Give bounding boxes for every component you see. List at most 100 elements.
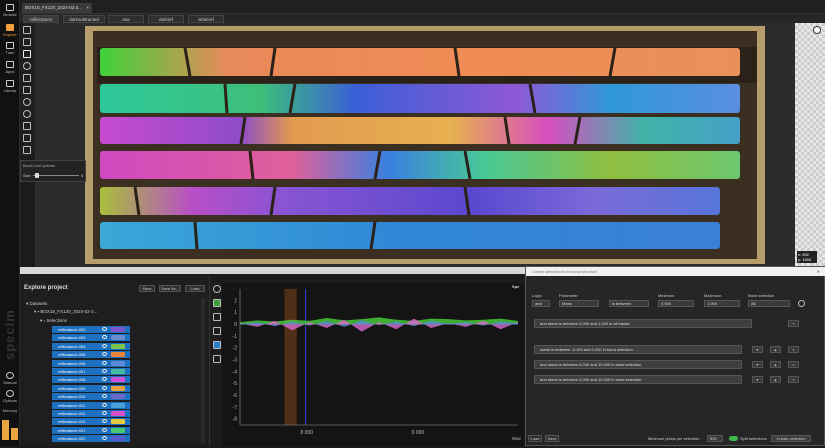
eye-icon[interactable] — [102, 352, 107, 357]
tab-darksubtracted[interactable]: darksubtracted — [63, 15, 105, 23]
create-selection-button[interactable]: Create selection — [771, 435, 811, 442]
tab-whiteref[interactable]: whiteref — [188, 15, 224, 23]
eye-icon[interactable] — [102, 427, 107, 432]
wave-icon[interactable] — [213, 313, 221, 321]
datasets-node[interactable]: ▾ Datasets — [26, 301, 47, 307]
rule-3-move-up[interactable]: ▴ — [770, 376, 781, 383]
selections-node[interactable]: ▾ ▫ Selections — [40, 318, 67, 324]
select-icon[interactable] — [23, 38, 31, 46]
info-icon[interactable] — [813, 26, 821, 34]
logic-select[interactable]: and — [532, 300, 550, 307]
selection-row[interactable]: reflectance.005 — [52, 351, 130, 359]
selection-row[interactable]: reflectance.010 — [52, 393, 130, 401]
eye-icon[interactable] — [102, 394, 107, 399]
color-swatch[interactable] — [111, 360, 125, 366]
document-tab[interactable]: BOX18_FX120_2024-02-2... × — [22, 3, 92, 13]
band-selection-region[interactable] — [284, 289, 297, 425]
brush-size-slider[interactable] — [33, 175, 79, 176]
eye-icon[interactable] — [102, 436, 107, 441]
rule-3-move-down[interactable]: ▾ — [752, 376, 763, 383]
selection-row[interactable]: reflectance.002 — [52, 326, 130, 333]
color-swatch[interactable] — [111, 436, 125, 442]
selection-row[interactable]: reflectance.022 — [52, 435, 130, 443]
tab-reflectance[interactable]: reflectance — [23, 15, 59, 23]
eye-icon[interactable] — [102, 360, 107, 365]
spectral-plot[interactable]: 2 1 0 -1 -2 -3 -4 -5 -6 -7 -8 8 000 9 000 Wav Spe — [222, 283, 524, 446]
tab-raw[interactable]: raw — [108, 15, 144, 23]
layers-icon[interactable] — [23, 146, 31, 154]
add-rule-button[interactable]: + — [788, 320, 799, 327]
color-swatch[interactable] — [111, 385, 125, 391]
eye-icon[interactable] — [102, 335, 107, 340]
line-icon[interactable] — [213, 299, 221, 307]
split-toggle[interactable] — [729, 436, 738, 441]
selection-row[interactable]: reflectance.021 — [52, 426, 130, 434]
rule-2[interactable]: and mean is between 0.030 and 10.000 in … — [534, 360, 742, 369]
eye-icon[interactable] — [102, 411, 107, 415]
operator-select[interactable]: is between — [609, 300, 649, 307]
rule-2-move-down[interactable]: ▾ — [752, 361, 763, 368]
rule-2-move-up[interactable]: ▴ — [770, 361, 781, 368]
selection-row[interactable]: reflectance.013 — [52, 418, 130, 426]
brush-size-handle[interactable] — [35, 173, 39, 178]
rule-3[interactable]: and mean is between 0.000 and 10.000 in … — [534, 375, 742, 384]
info-icon[interactable] — [798, 300, 805, 307]
selection-row[interactable]: reflectance.004 — [52, 342, 130, 350]
brush-icon[interactable] — [23, 50, 31, 58]
tab-darkref[interactable]: darkref — [148, 15, 184, 23]
minimum-input[interactable]: 0.000 — [658, 300, 694, 307]
save-button[interactable]: Save — [139, 285, 155, 292]
eye-icon[interactable] — [102, 419, 107, 424]
save-as-button[interactable]: Save As... — [159, 285, 181, 292]
nav-browse[interactable]: Browse — [0, 4, 20, 17]
color-swatch[interactable] — [111, 419, 125, 425]
color-swatch[interactable] — [111, 335, 125, 341]
parameter-select[interactable]: Mean — [559, 300, 599, 307]
rule-1[interactable]: mean is between -0.100 and 0.200 in band… — [534, 345, 742, 354]
rule-1-remove[interactable]: × — [788, 346, 799, 353]
color-swatch[interactable] — [111, 411, 125, 416]
zoom-icon[interactable] — [23, 62, 31, 70]
color-swatch[interactable] — [111, 369, 125, 374]
hyperspectral-image-view[interactable] — [35, 23, 795, 267]
nav-library[interactable]: Library — [0, 80, 20, 93]
color-swatch[interactable] — [111, 394, 125, 400]
dataset-node[interactable]: ▾ ▪ BOX18_FX120_2024-02-2... — [34, 309, 97, 315]
ruler-icon[interactable] — [23, 122, 31, 130]
maximum-input[interactable]: 1.000 — [704, 300, 740, 307]
filter-icon[interactable] — [213, 327, 221, 335]
load-rules-button[interactable]: Load — [528, 435, 542, 442]
rule-all-bands[interactable]: and mean is between 0.000 and 1.000 in a… — [534, 319, 752, 328]
curve-icon[interactable] — [213, 355, 221, 363]
tree-scrollbar[interactable] — [201, 298, 205, 443]
grid-icon[interactable] — [23, 134, 31, 142]
color-swatch[interactable] — [111, 377, 125, 383]
selection-row[interactable]: reflectance.007 — [52, 368, 130, 375]
pointer-icon[interactable] — [23, 26, 31, 34]
selection-row[interactable]: reflectance.012 — [52, 410, 130, 417]
color-swatch[interactable] — [111, 327, 125, 332]
eye-icon[interactable] — [102, 402, 107, 407]
color-swatch[interactable] — [111, 427, 125, 433]
refresh-icon[interactable] — [23, 110, 31, 118]
selection-row[interactable]: reflectance.008 — [52, 376, 130, 384]
color-swatch[interactable] — [111, 352, 125, 358]
rule-2-remove[interactable]: × — [788, 361, 799, 368]
color-swatch[interactable] — [111, 402, 125, 408]
rule-3-remove[interactable]: × — [788, 376, 799, 383]
nav-apps[interactable]: Apps — [0, 61, 20, 74]
eye-icon[interactable] — [102, 327, 107, 331]
zoom-icon[interactable] — [213, 285, 221, 293]
selection-row[interactable]: reflectance.006 — [52, 359, 130, 367]
rule-1-move-up[interactable]: ▴ — [770, 346, 781, 353]
eye-icon[interactable] — [102, 385, 107, 390]
band-selection-select[interactable]: All — [748, 300, 790, 307]
eye-icon[interactable] — [102, 377, 107, 382]
fill-icon[interactable] — [23, 86, 31, 94]
close-icon[interactable]: × — [86, 5, 89, 10]
nav-train[interactable]: Train — [0, 42, 20, 55]
eye-icon[interactable] — [102, 343, 107, 348]
color-swatch[interactable] — [111, 343, 125, 349]
rule-1-move-down[interactable]: ▾ — [752, 346, 763, 353]
selection-row[interactable]: reflectance.009 — [52, 384, 130, 392]
